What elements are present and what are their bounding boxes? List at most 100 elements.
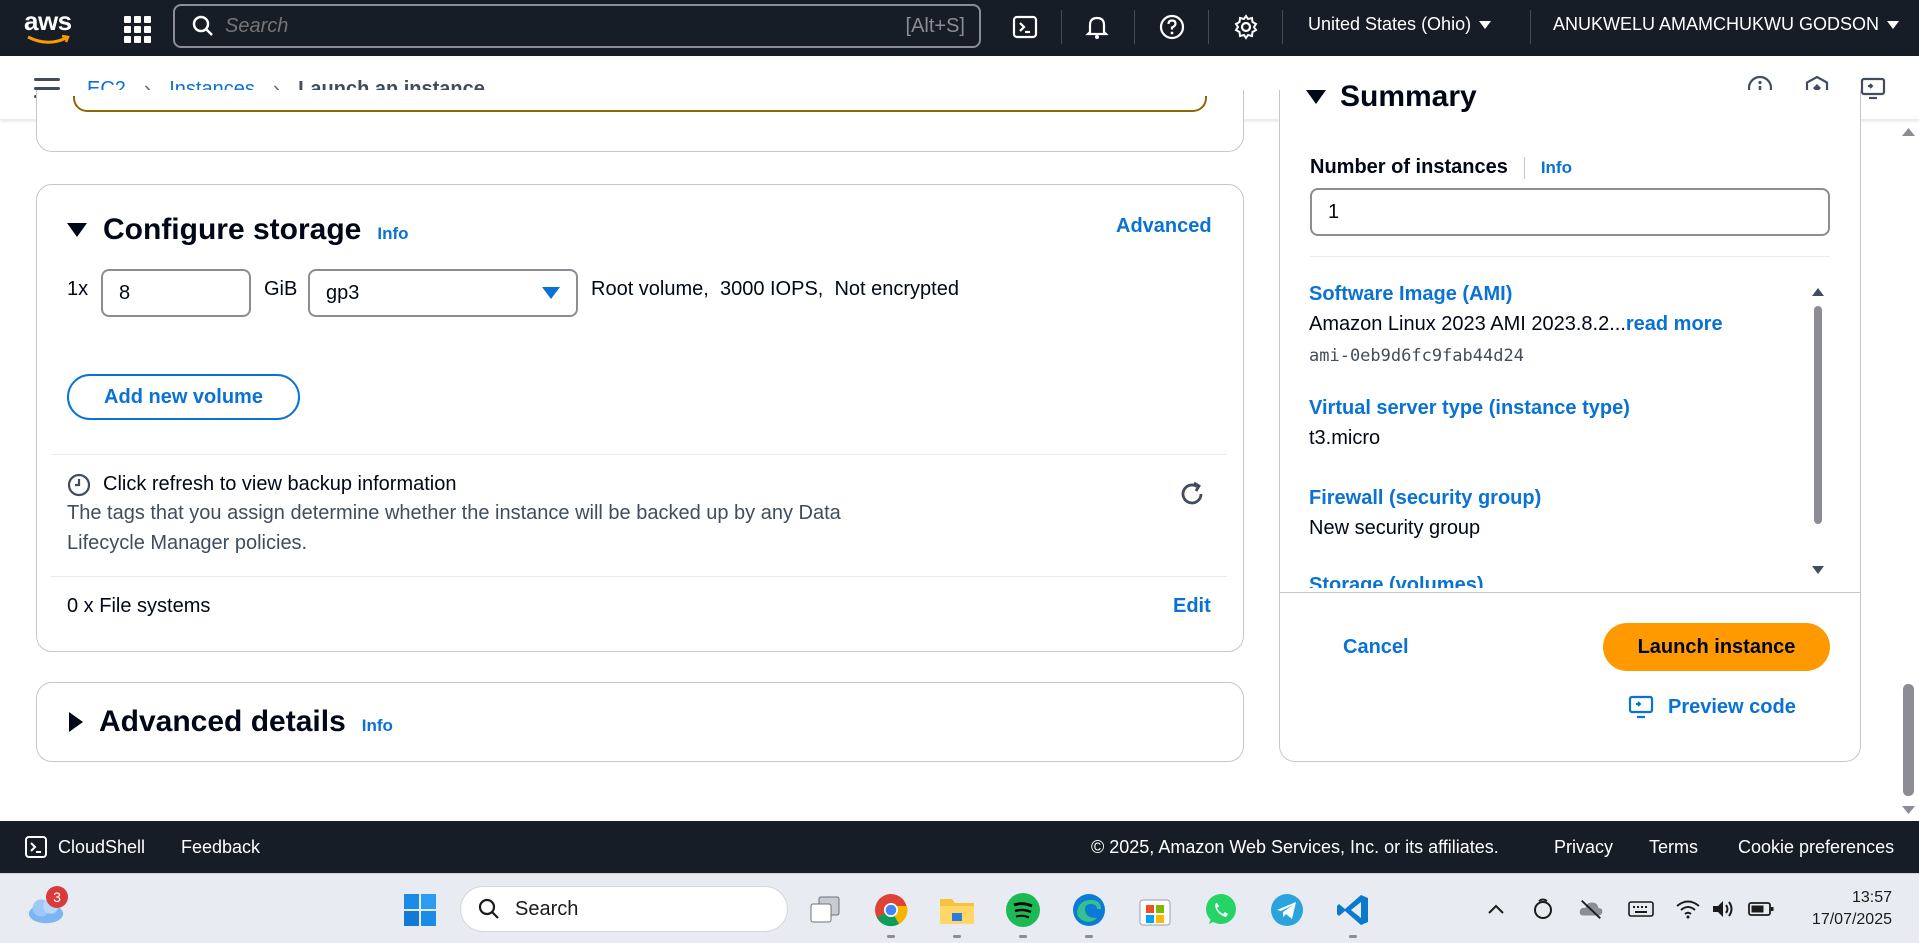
spotify-icon[interactable]: [1003, 890, 1043, 930]
num-instances-value: 1: [1328, 200, 1340, 223]
aws-logo-text: aws: [24, 6, 72, 36]
cookie-preferences-link[interactable]: Cookie preferences: [1738, 837, 1894, 858]
volume-type-select[interactable]: gp3: [308, 269, 578, 317]
battery-icon[interactable]: [1748, 896, 1774, 922]
privacy-link[interactable]: Privacy: [1554, 837, 1613, 858]
wifi-icon[interactable]: [1675, 896, 1701, 922]
caret-down-icon: [542, 287, 560, 299]
cloudshell-icon[interactable]: [1010, 12, 1040, 42]
chrome-icon[interactable]: [871, 890, 911, 930]
aws-logo[interactable]: aws: [24, 8, 74, 48]
storage-advanced-link[interactable]: Advanced: [1116, 215, 1212, 238]
keyboard-icon[interactable]: [1628, 896, 1654, 922]
backup-desc-line-1: The tags that you assign determine wheth…: [67, 502, 841, 524]
system-clock[interactable]: 13:57 17/07/2025: [1788, 887, 1892, 931]
preview-code-button[interactable]: Preview code: [1628, 694, 1796, 720]
backup-info-title: Click refresh to view backup information: [103, 473, 457, 495]
global-search-input[interactable]: [215, 14, 906, 38]
global-search[interactable]: [Alt+S]: [173, 4, 981, 48]
read-more-link-abs[interactable]: read more: [1626, 313, 1723, 335]
num-instances-input[interactable]: 1: [1310, 188, 1830, 236]
search-shortcut: [Alt+S]: [905, 14, 965, 37]
file-explorer-icon[interactable]: [937, 890, 977, 930]
taskbar-search[interactable]: Search: [460, 886, 788, 932]
edge-icon[interactable]: [1069, 890, 1109, 930]
previous-section-panel: [36, 90, 1244, 152]
search-icon: [192, 15, 213, 36]
telegram-icon[interactable]: [1267, 890, 1307, 930]
configure-storage-header[interactable]: Configure storage Info: [67, 213, 409, 247]
feedback-link[interactable]: Feedback: [181, 837, 260, 858]
firewall-value: New security group: [1309, 517, 1481, 539]
advanced-info-link[interactable]: Info: [362, 716, 393, 736]
cloudshell-label: CloudShell: [58, 836, 146, 857]
configure-storage-title: Configure storage: [103, 213, 362, 246]
summary-title: Summary: [1340, 80, 1477, 113]
copyright-text: © 2025, Amazon Web Services, Inc. or its…: [1091, 837, 1499, 857]
console-footer: CloudShell Feedback © 2025, Amazon Web S…: [0, 821, 1919, 873]
whatsapp-icon[interactable]: [1201, 890, 1241, 930]
summary-header[interactable]: Summary: [1306, 72, 1606, 120]
weather-badge: 3: [46, 886, 68, 908]
microsoft-store-icon[interactable]: [1135, 890, 1175, 930]
cloudshell-icon: [25, 836, 47, 858]
task-view-icon[interactable]: [805, 890, 845, 930]
num-instances-label: Number of instances: [1310, 156, 1508, 178]
firewall-label[interactable]: Firewall (security group): [1309, 487, 1541, 510]
account-menu[interactable]: ANUKWELU AMAMCHUKWU GODSON: [1553, 14, 1900, 35]
file-systems-label: 0 x File systems: [67, 595, 211, 617]
bell-icon[interactable]: [1082, 12, 1112, 42]
ami-value-abs: Amazon Linux 2023 AMI 2023.8.2...: [1309, 313, 1626, 335]
apps-grid-icon[interactable]: [120, 12, 151, 43]
advanced-details-title: Advanced details: [99, 705, 346, 738]
ami-label-abs[interactable]: Software Image (AMI): [1309, 283, 1512, 306]
refresh-icon[interactable]: [1177, 479, 1207, 509]
expand-triangle-icon: [67, 223, 87, 237]
volume-type-value: gp3: [326, 281, 360, 304]
num-instances-info-link[interactable]: Info: [1541, 158, 1572, 178]
volume-icon[interactable]: [1710, 896, 1736, 922]
sync-status-icon[interactable]: [1530, 896, 1556, 922]
advanced-details-header[interactable]: Advanced details Info: [69, 705, 393, 739]
volume-multiplier: 1x: [67, 278, 89, 300]
gear-icon[interactable]: [1231, 12, 1261, 42]
account-name: ANUKWELU AMAMCHUKWU GODSON: [1553, 14, 1880, 34]
cancel-button[interactable]: Cancel: [1343, 636, 1409, 659]
storage-summary-label[interactable]: Storage (volumes): [1309, 574, 1483, 588]
search-icon: [478, 898, 499, 919]
backup-desc-line-2: Lifecycle Manager policies.: [67, 532, 308, 554]
backup-info-description: The tags that you assign determine wheth…: [67, 498, 987, 558]
windows-start-icon[interactable]: [400, 890, 440, 930]
region-label: United States (Ohio): [1308, 14, 1472, 34]
summary-scrollbar[interactable]: [1810, 284, 1826, 584]
onedrive-offline-icon[interactable]: [1578, 896, 1604, 922]
screen-share-icon[interactable]: [1859, 74, 1887, 102]
windows-taskbar: 3 Search 13:57 17/07/2025: [0, 873, 1919, 943]
clock-date: 17/07/2025: [1811, 911, 1892, 928]
chevron-up-icon[interactable]: [1483, 896, 1509, 922]
help-icon[interactable]: [1157, 12, 1187, 42]
preview-code-icon: [1628, 695, 1654, 719]
aws-top-navigation: aws [Alt+S] United States (Ohio) ANUKW: [0, 0, 1919, 56]
ami-id-abs: ami-0eb9d6fc9fab44d24: [1309, 346, 1524, 366]
collapse-triangle-icon: [69, 712, 83, 732]
page-scrollbar[interactable]: [1898, 120, 1919, 821]
caret-down-icon: [1887, 20, 1900, 29]
file-systems-edit-link[interactable]: Edit: [1173, 595, 1211, 618]
terms-link[interactable]: Terms: [1649, 837, 1698, 858]
launch-instance-button[interactable]: Launch instance: [1603, 623, 1830, 671]
expand-triangle-icon: [1306, 90, 1326, 104]
region-selector[interactable]: United States (Ohio): [1308, 14, 1492, 35]
add-new-volume-button[interactable]: Add new volume: [67, 374, 300, 420]
volume-description: Root volume, 3000 IOPS, Not encrypted: [591, 278, 959, 300]
vscode-icon[interactable]: [1333, 890, 1373, 930]
ami-value-row: Amazon Linux 2023 AMI 2023.8.2...read mo…: [1309, 313, 1723, 336]
cloudshell-footer-button[interactable]: CloudShell: [24, 835, 145, 859]
instance-type-label[interactable]: Virtual server type (instance type): [1309, 397, 1630, 420]
instance-type-value: t3.micro: [1309, 427, 1381, 449]
volume-size-input[interactable]: 8: [101, 269, 251, 317]
advanced-details-panel: Advanced details Info: [36, 682, 1244, 762]
storage-info-link[interactable]: Info: [377, 224, 408, 244]
taskbar-search-label: Search: [515, 897, 579, 920]
volume-unit: GiB: [264, 278, 298, 300]
